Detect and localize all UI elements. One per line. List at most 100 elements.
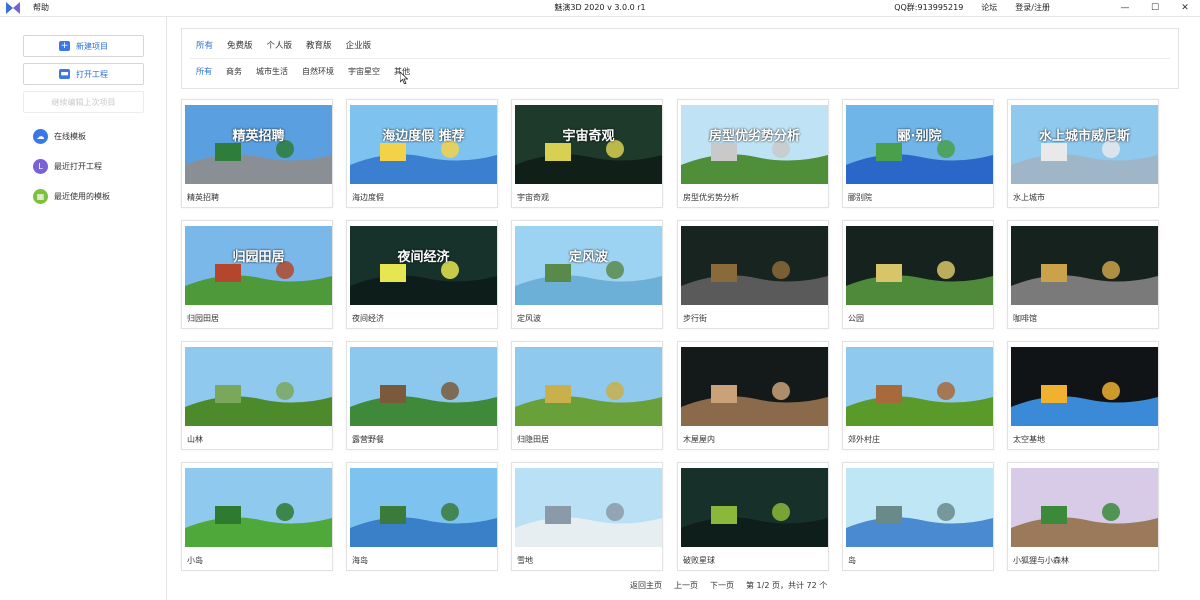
template-thumbnail: 归园田居: [185, 226, 332, 305]
template-card[interactable]: 定风波 定风波: [511, 220, 663, 329]
template-name: 房型优劣势分析: [683, 193, 739, 202]
minimize-button[interactable]: —: [1110, 0, 1140, 16]
continue-last-label: 继续编辑上次项目: [51, 97, 116, 107]
template-thumbnail: 宇宙奇观: [515, 105, 662, 184]
filter-category-city-life[interactable]: 城市生活: [256, 66, 288, 77]
template-name: 岛: [848, 556, 856, 565]
thumbnail-overlay-text: 宇宙奇观: [562, 129, 615, 144]
template-name: 水上城市: [1013, 193, 1045, 202]
template-card[interactable]: 咖啡馆: [1007, 220, 1159, 329]
template-card[interactable]: 公园: [842, 220, 994, 329]
prev-page-link[interactable]: 上一页: [674, 580, 698, 591]
template-card[interactable]: 太空基地: [1007, 341, 1159, 450]
forum-link[interactable]: 论坛: [981, 2, 997, 13]
template-card[interactable]: 海边度假 推荐 海边度假: [346, 99, 498, 208]
template-card[interactable]: 步行街: [677, 220, 829, 329]
folder-icon: ▬: [59, 69, 70, 79]
template-name: 夜间经济: [352, 314, 384, 323]
template-thumbnail: 夜间经济: [350, 226, 497, 305]
filter-edition-free[interactable]: 免费版: [227, 39, 253, 51]
template-thumbnail: 精英招聘: [185, 105, 332, 184]
template-thumbnail: [1011, 347, 1158, 426]
template-card[interactable]: 水上城市威尼斯水上城市: [1007, 99, 1159, 208]
template-card[interactable]: 精英招聘 精英招聘: [181, 99, 333, 208]
template-card[interactable]: 山林: [181, 341, 333, 450]
new-project-button[interactable]: + 新建项目: [23, 35, 144, 57]
template-thumbnail: [681, 347, 828, 426]
template-name: 太空基地: [1013, 435, 1045, 444]
template-thumbnail: 海边度假 推荐: [350, 105, 497, 184]
sidebar-item-recent-templates[interactable]: ▦ 最近使用的模板: [33, 189, 110, 204]
filter-category-all[interactable]: 所有: [196, 66, 212, 77]
sidebar-item-recent-projects[interactable]: L 最近打开工程: [33, 159, 102, 174]
template-card[interactable]: 岛: [842, 462, 994, 571]
template-name: 宇宙奇观: [517, 193, 549, 202]
filter-edition-education[interactable]: 教育版: [306, 39, 332, 51]
filter-edition-enterprise[interactable]: 企业版: [346, 39, 372, 51]
next-page-link[interactable]: 下一页: [710, 580, 734, 591]
template-card[interactable]: 小岛: [181, 462, 333, 571]
template-thumbnail: 房型优劣势分析: [681, 105, 828, 184]
template-card[interactable]: 郊外村庄: [842, 341, 994, 450]
thumbnail-overlay-text: 郦·别院: [897, 129, 942, 144]
template-card[interactable]: 房型优劣势分析 房型优劣势分析: [677, 99, 829, 208]
sidebar-item-online-templates[interactable]: ☁ 在线模板: [33, 129, 86, 144]
filter-panel: 所有 免费版 个人版 教育版 企业版 所有 商务 城市生活 自然环境 宇宙星空 …: [181, 28, 1179, 89]
thumbnail-overlay-text: 水上城市威尼斯: [1038, 129, 1130, 144]
template-card[interactable]: 木屋屋内: [677, 341, 829, 450]
template-thumbnail: [846, 226, 993, 305]
thumbnail-overlay-text: 归园田居: [232, 250, 285, 265]
sidebar-item-label: 在线模板: [54, 132, 86, 141]
template-thumbnail: 郦·别院: [846, 105, 993, 184]
template-name: 精英招聘: [187, 193, 219, 202]
template-card[interactable]: 归园田居 归园田居: [181, 220, 333, 329]
open-project-button[interactable]: ▬ 打开工程: [23, 63, 144, 85]
filter-category-space[interactable]: 宇宙星空: [348, 66, 380, 77]
template-card[interactable]: 小狐狸与小森林: [1007, 462, 1159, 571]
template-name: 公园: [848, 314, 864, 323]
template-name: 破败星球: [683, 556, 715, 565]
thumbnail-overlay-text: 定风波: [568, 250, 608, 265]
filter-edition-all[interactable]: 所有: [196, 39, 213, 51]
template-name: 海岛: [352, 556, 368, 565]
template-thumbnail: 水上城市威尼斯: [1011, 105, 1158, 184]
template-card[interactable]: 郦·别院郦别院: [842, 99, 994, 208]
category-filter: 所有 商务 城市生活 自然环境 宇宙星空 其他: [196, 66, 410, 77]
filter-category-nature[interactable]: 自然环境: [302, 66, 334, 77]
menu-help[interactable]: 帮助: [33, 2, 49, 13]
template-card[interactable]: 露营野餐: [346, 341, 498, 450]
close-icon: ✕: [1181, 3, 1189, 13]
template-card[interactable]: 雪地: [511, 462, 663, 571]
minimize-icon: —: [1120, 3, 1130, 13]
continue-last-project-button[interactable]: 继续编辑上次项目: [23, 91, 144, 113]
thumbnail-overlay-text: 精英招聘: [232, 129, 285, 144]
mouse-cursor-icon: [400, 72, 408, 84]
template-thumbnail: [185, 468, 332, 547]
template-name: 郦别院: [848, 193, 872, 202]
sidebar: + 新建项目 ▬ 打开工程 继续编辑上次项目 ☁ 在线模板 L 最近打开工程 ▦…: [0, 17, 167, 600]
login-register-link[interactable]: 登录/注册: [1015, 2, 1050, 13]
qq-group-link[interactable]: QQ群:913995219: [894, 2, 963, 13]
template-thumbnail: [515, 468, 662, 547]
filter-category-business[interactable]: 商务: [226, 66, 242, 77]
page-info: 第 1/2 页，共计 72 个: [746, 581, 828, 590]
template-card[interactable]: 宇宙奇观 宇宙奇观: [511, 99, 663, 208]
clock-icon: L: [33, 159, 48, 174]
open-project-label: 打开工程: [76, 69, 108, 79]
back-home-link[interactable]: 返回主页: [630, 580, 662, 591]
filter-edition-personal[interactable]: 个人版: [267, 39, 293, 51]
template-card[interactable]: 海岛: [346, 462, 498, 571]
grid-icon: ▦: [33, 189, 48, 204]
template-grid: 精英招聘 精英招聘 海边度假 推荐 海边度假 宇宙奇观 宇宙奇观 房型优劣势分析 房型优劣势分…: [181, 99, 1161, 571]
template-name: 雪地: [517, 556, 533, 565]
template-card[interactable]: 破败星球: [677, 462, 829, 571]
close-button[interactable]: ✕: [1170, 0, 1200, 16]
template-thumbnail: [515, 347, 662, 426]
template-card[interactable]: 归隐田居: [511, 341, 663, 450]
title-bar: 帮助 魅演3D 2020 v 3.0.0 r1 QQ群:913995219 论坛…: [0, 0, 1200, 17]
template-name: 木屋屋内: [683, 435, 715, 444]
template-thumbnail: [1011, 226, 1158, 305]
maximize-button[interactable]: ☐: [1140, 0, 1170, 16]
template-card[interactable]: 夜间经济 夜间经济: [346, 220, 498, 329]
app-logo-icon: [6, 2, 20, 14]
